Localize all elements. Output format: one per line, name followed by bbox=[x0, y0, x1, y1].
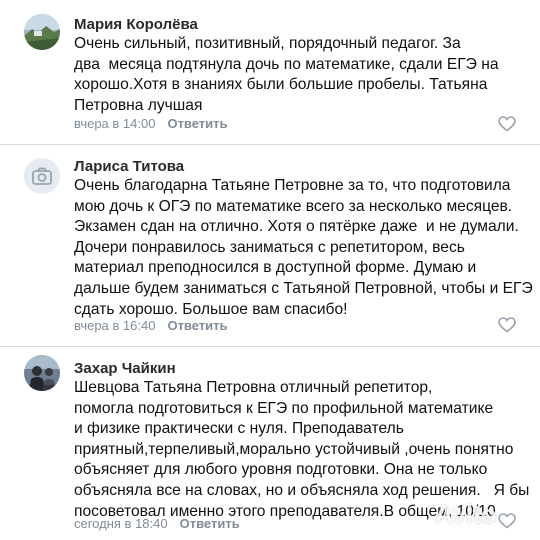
comment-text-line: Шевцова Татьяна Петровна отличный репети… bbox=[74, 379, 433, 396]
comment-text-line: помогла подготовиться к ЕГЭ по профильно… bbox=[74, 399, 494, 417]
heart-icon[interactable] bbox=[498, 513, 516, 529]
comment-2: Лариса Титова Очень благодарна Татьяне П… bbox=[0, 145, 540, 346]
comment-text-line: Петровна лучшая bbox=[74, 96, 203, 114]
landscape-photo-avatar[interactable] bbox=[24, 14, 60, 50]
comment-text-line: два месяца подтянула дочь по математике,… bbox=[74, 55, 499, 73]
reply-button[interactable]: Ответить bbox=[180, 516, 240, 531]
comment-text: Очень сильный, позитивный, порядочный пе… bbox=[74, 34, 499, 116]
comment-text-line: и физике практически с нуля. Преподавате… bbox=[74, 420, 404, 438]
comment-1: Мария Королёва Очень сильный, позитивный… bbox=[0, 0, 540, 144]
comment-text-line: Очень благодарна Татьяне Петровне за то,… bbox=[74, 177, 511, 194]
comment-text: Очень благодарна Татьяне Петровне за то,… bbox=[74, 176, 533, 320]
comment-text-line: мою дочь к ОГЭ по математике всего за не… bbox=[74, 197, 513, 215]
camera-icon[interactable] bbox=[24, 158, 60, 194]
author-name[interactable]: Лариса Титова bbox=[74, 158, 184, 175]
comment-meta: вчера в 14:00 Ответить bbox=[74, 116, 228, 131]
author-name[interactable]: Мария Королёва bbox=[74, 16, 198, 33]
reply-button[interactable]: Ответить bbox=[167, 116, 227, 131]
comment-text-line: Очень сильный, позитивный, порядочный пе… bbox=[74, 35, 461, 52]
comment-text-line: дальше будем заниматься с Татьяной Петро… bbox=[74, 279, 533, 297]
comment-meta: вчера в 16:40 Ответить bbox=[74, 318, 228, 333]
comment-text-line: материал преподносился в доступной форме… bbox=[74, 259, 477, 277]
comment-text-line: Экзамен сдан на отлично. Хотя о пятёрке … bbox=[74, 218, 519, 236]
comment-timestamp: вчера в 14:00 bbox=[74, 116, 156, 131]
comment-text-line: приятный,терпеливый,морально устойчивый … bbox=[74, 440, 514, 458]
comment-text-line: хорошо.Хотя в знаниях были большие пробе… bbox=[74, 76, 488, 94]
comment-text-line: Дочери понравилось заниматься с репетито… bbox=[74, 238, 465, 256]
comment-text-line: объясняет для любого уровня подготовки. … bbox=[74, 461, 488, 479]
avito-watermark-logo: Avito bbox=[434, 499, 496, 529]
comment-meta: сегодня в 18:40 Ответить bbox=[74, 516, 240, 531]
author-name[interactable]: Захар Чайкин bbox=[74, 360, 176, 377]
comment-timestamp: сегодня в 18:40 bbox=[74, 516, 168, 531]
heart-icon[interactable] bbox=[498, 116, 516, 132]
heart-icon[interactable] bbox=[498, 317, 516, 333]
reply-button[interactable]: Ответить bbox=[167, 318, 227, 333]
person-photo-avatar[interactable] bbox=[24, 355, 60, 391]
comment-timestamp: вчера в 16:40 bbox=[74, 318, 156, 333]
